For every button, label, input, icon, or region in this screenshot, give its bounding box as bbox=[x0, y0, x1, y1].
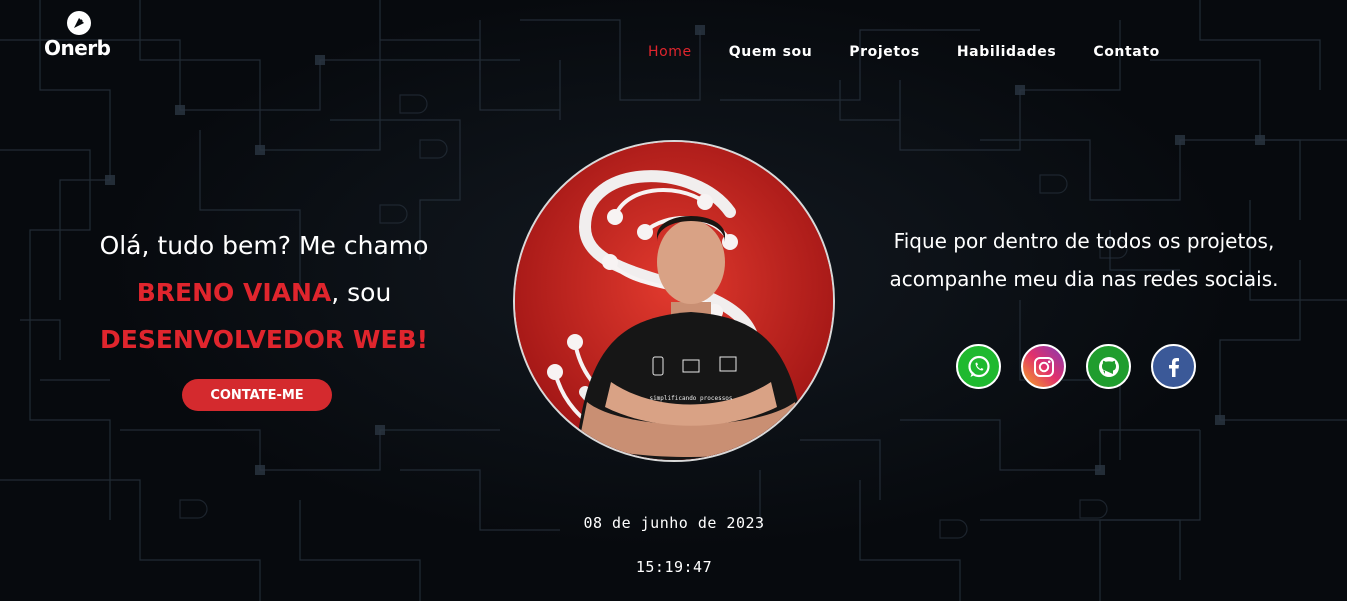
current-date: 08 de junho de 2023 bbox=[583, 514, 765, 532]
hero-greeting: Olá, tudo bem? Me chamo bbox=[99, 231, 429, 260]
github-link[interactable] bbox=[1086, 344, 1131, 389]
social-links bbox=[956, 344, 1196, 389]
page: Onerb Home Quem sou Projetos Habilidades… bbox=[0, 0, 1347, 601]
shirt-text: simplificando processos bbox=[649, 395, 732, 402]
facebook-link[interactable] bbox=[1151, 344, 1196, 389]
instagram-icon bbox=[1033, 356, 1054, 377]
nav-habilidades[interactable]: Habilidades bbox=[957, 44, 1057, 60]
hero-intro: Olá, tudo bem? Me chamo BRENO VIANA, sou… bbox=[60, 222, 468, 363]
main-nav: Home Quem sou Projetos Habilidades Conta… bbox=[648, 44, 1160, 60]
rocket-logo-icon bbox=[67, 11, 91, 35]
whatsapp-icon bbox=[967, 355, 990, 377]
whatsapp-link[interactable] bbox=[956, 344, 1001, 389]
profile-illustration: simplificando processos bbox=[515, 142, 833, 460]
hero-name: BRENO VIANA bbox=[136, 278, 332, 307]
current-time: 15:19:47 bbox=[635, 558, 713, 576]
logo-text: Onerb bbox=[44, 36, 111, 60]
hero-name-suffix: , sou bbox=[331, 278, 392, 307]
follow-text: Fique por dentro de todos os projetos, a… bbox=[889, 229, 1279, 291]
facebook-icon bbox=[1168, 357, 1179, 377]
contact-me-button[interactable]: CONTATE-ME bbox=[182, 379, 332, 411]
nav-contato[interactable]: Contato bbox=[1093, 44, 1160, 60]
logo[interactable]: Onerb bbox=[44, 10, 124, 62]
profile-photo: simplificando processos bbox=[513, 140, 835, 462]
nav-home[interactable]: Home bbox=[648, 44, 692, 60]
hero-role: DESENVOLVEDOR WEB! bbox=[100, 325, 428, 354]
github-icon bbox=[1098, 356, 1119, 377]
nav-projetos[interactable]: Projetos bbox=[849, 44, 920, 60]
hero-name-line: BRENO VIANA, sou bbox=[60, 269, 468, 316]
nav-quem-sou[interactable]: Quem sou bbox=[729, 44, 813, 60]
instagram-link[interactable] bbox=[1021, 344, 1066, 389]
